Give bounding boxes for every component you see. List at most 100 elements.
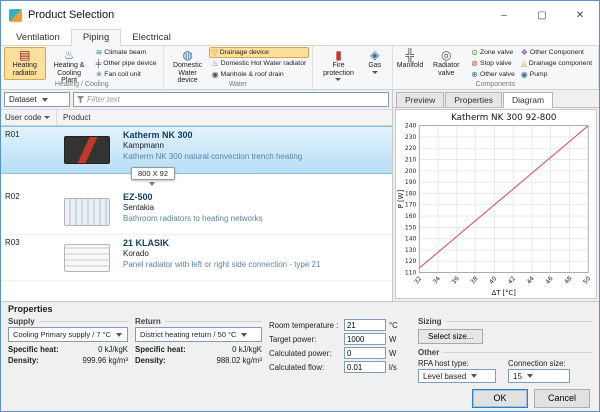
- fire-protection-button[interactable]: ▮ Fire protection: [316, 47, 360, 80]
- button-label: Zone valve: [480, 49, 513, 56]
- specific-heat-value: 0 kJ/kgK: [98, 345, 128, 354]
- unit-label: °C: [389, 321, 403, 330]
- ribbon-group-label: Water: [167, 80, 310, 89]
- close-button[interactable]: ✕: [561, 1, 599, 29]
- gas-icon: ◈: [370, 49, 379, 62]
- drainage-component-button[interactable]: ◬ Drainage component: [518, 58, 595, 69]
- return-select[interactable]: District heating return / 50 °C: [135, 327, 262, 342]
- table-row[interactable]: R02 EZ-500 Sentakia Bathroom radiators t…: [1, 189, 392, 235]
- supply-group: Supply Cooling Primary supply / 7 °C Spe…: [8, 316, 128, 383]
- room-temperature-input[interactable]: [344, 319, 386, 331]
- domestic-water-device-button[interactable]: ◍ Domestic Water device: [167, 47, 209, 80]
- return-group: Return District heating return / 50 °C S…: [135, 316, 262, 383]
- ribbon-group-label: Components: [396, 80, 595, 89]
- product-title: 21 KLASIK: [123, 238, 388, 248]
- tab-piping[interactable]: Piping: [71, 29, 121, 46]
- column-header-user-code[interactable]: User code: [1, 110, 57, 125]
- maximize-button[interactable]: ▢: [523, 1, 561, 29]
- tab-properties[interactable]: Properties: [445, 92, 502, 107]
- rfa-host-type-select[interactable]: Level based: [418, 369, 496, 383]
- product-manufacturer: Korado: [123, 249, 388, 258]
- rfa-host-type-label: RFA host type:: [418, 359, 496, 368]
- size-tag-row: 800 X 92: [1, 174, 392, 189]
- svg-text:160: 160: [405, 213, 417, 220]
- heating-radiator-icon: ▤: [19, 49, 30, 62]
- ok-button[interactable]: OK: [472, 389, 528, 408]
- app-icon: [9, 9, 22, 22]
- connection-size-select[interactable]: 15: [508, 369, 570, 383]
- zone-valve-button[interactable]: ⊙ Zone valve: [468, 47, 517, 58]
- heating-cooling-plant-button[interactable]: ♨ Heating & Cooling Plant: [46, 47, 93, 80]
- product-info: EZ-500 Sentakia Bathroom radiators to he…: [117, 189, 392, 234]
- product-info: 21 KLASIK Korado Panel radiator with lef…: [117, 235, 392, 280]
- stop-valve-button[interactable]: ⊘ Stop valve: [468, 58, 517, 69]
- button-label: Fan coil unit: [104, 71, 141, 78]
- drainage-device-button[interactable]: ▽ Drainage device: [209, 47, 310, 58]
- manhole-roof-drain-button[interactable]: ◉ Manhole & roof drain: [209, 69, 310, 80]
- table-row[interactable]: R03 21 KLASIK Korado Panel radiator with…: [1, 235, 392, 281]
- ribbon: ▤ Heating radiator ♨ Heating & Cooling P…: [1, 46, 599, 90]
- cancel-button[interactable]: Cancel: [534, 389, 590, 408]
- properties-section: Properties Supply Cooling Primary supply…: [1, 301, 599, 385]
- manifold-icon: ╬: [406, 49, 415, 62]
- pump-button[interactable]: ◉ Pump: [518, 69, 595, 80]
- svg-text:180: 180: [405, 190, 417, 197]
- svg-text:P [W]: P [W]: [397, 190, 405, 209]
- ribbon-group-fire-gas: ▮ Fire protection ◈ Gas: [313, 46, 392, 89]
- svg-text:210: 210: [405, 156, 417, 163]
- product-code: R03: [1, 235, 57, 280]
- chevron-down-icon: [527, 374, 533, 378]
- tab-diagram[interactable]: Diagram: [503, 92, 553, 108]
- filter-input[interactable]: [87, 95, 385, 104]
- button-label: Fire protection: [319, 62, 357, 77]
- radiator-valve-button[interactable]: ◎ Radiator valve: [424, 47, 468, 80]
- calculated-power-input[interactable]: [344, 347, 386, 359]
- main-area: Dataset User code Product: [1, 90, 599, 301]
- supply-select[interactable]: Cooling Primary supply / 7 °C: [8, 327, 128, 342]
- minimize-button[interactable]: –: [485, 1, 523, 29]
- thumbnail-cell: [57, 235, 117, 280]
- gas-button[interactable]: ◈ Gas: [361, 47, 389, 80]
- heating-radiator-button[interactable]: ▤ Heating radiator: [4, 47, 46, 80]
- calculated-flow-label: Calculated flow:: [269, 363, 341, 372]
- other-pipe-device-icon: ╪: [96, 60, 102, 68]
- target-power-input[interactable]: [344, 333, 386, 345]
- detail-pane: Preview Properties Diagram 1101201301401…: [393, 90, 599, 301]
- button-label: Drainage device: [220, 49, 269, 56]
- stop-valve-icon: ⊘: [471, 60, 478, 68]
- button-label: Stop valve: [480, 60, 512, 67]
- product-thumbnail: [64, 198, 110, 226]
- heating-cooling-plant-icon: ♨: [64, 49, 75, 62]
- svg-text:120: 120: [405, 258, 417, 265]
- tab-ventilation[interactable]: Ventilation: [5, 30, 71, 45]
- other-valve-icon: ⊕: [471, 71, 478, 79]
- other-valve-button[interactable]: ⊕ Other valve: [468, 69, 517, 80]
- table-row[interactable]: R01 Katherm NK 300 Kampmann Katherm NK 3…: [1, 126, 392, 174]
- product-title: EZ-500: [123, 192, 388, 202]
- button-label: Other pipe device: [103, 60, 156, 67]
- domestic-hot-water-radiator-button[interactable]: ♨ Domestic Hot Water radiator: [209, 58, 310, 69]
- zone-valve-icon: ⊙: [471, 49, 478, 57]
- manifold-button[interactable]: ╬ Manifold: [396, 47, 425, 80]
- dataset-select[interactable]: Dataset: [4, 92, 70, 107]
- calculated-flow-input[interactable]: [344, 361, 386, 373]
- fan-coil-unit-button[interactable]: ✳ Fan coil unit: [93, 69, 160, 80]
- other-pipe-device-button[interactable]: ╪ Other pipe device: [93, 58, 160, 69]
- other-component-button[interactable]: ❖ Other Component: [518, 47, 595, 58]
- ribbon-group-label: Heating / Cooling: [4, 80, 160, 89]
- size-tag[interactable]: 800 X 92: [131, 167, 175, 180]
- button-label: Other Component: [530, 49, 584, 56]
- domestic-water-device-icon: ◍: [182, 49, 192, 62]
- list-toolbar: Dataset: [1, 90, 392, 110]
- specific-heat-value: 0 kJ/kgK: [232, 345, 262, 354]
- climate-beam-button[interactable]: ≋ Climate beam: [93, 47, 160, 58]
- column-label: Product: [63, 113, 91, 122]
- pump-icon: ◉: [521, 71, 528, 79]
- product-manufacturer: Sentakia: [123, 203, 388, 212]
- tab-preview[interactable]: Preview: [396, 92, 444, 107]
- select-size-button[interactable]: Select size...: [418, 329, 483, 344]
- thumbnail-cell: [57, 127, 117, 173]
- column-header-product[interactable]: Product: [57, 110, 392, 125]
- tab-electrical[interactable]: Electrical: [121, 30, 182, 45]
- connection-size-value: 15: [513, 372, 522, 381]
